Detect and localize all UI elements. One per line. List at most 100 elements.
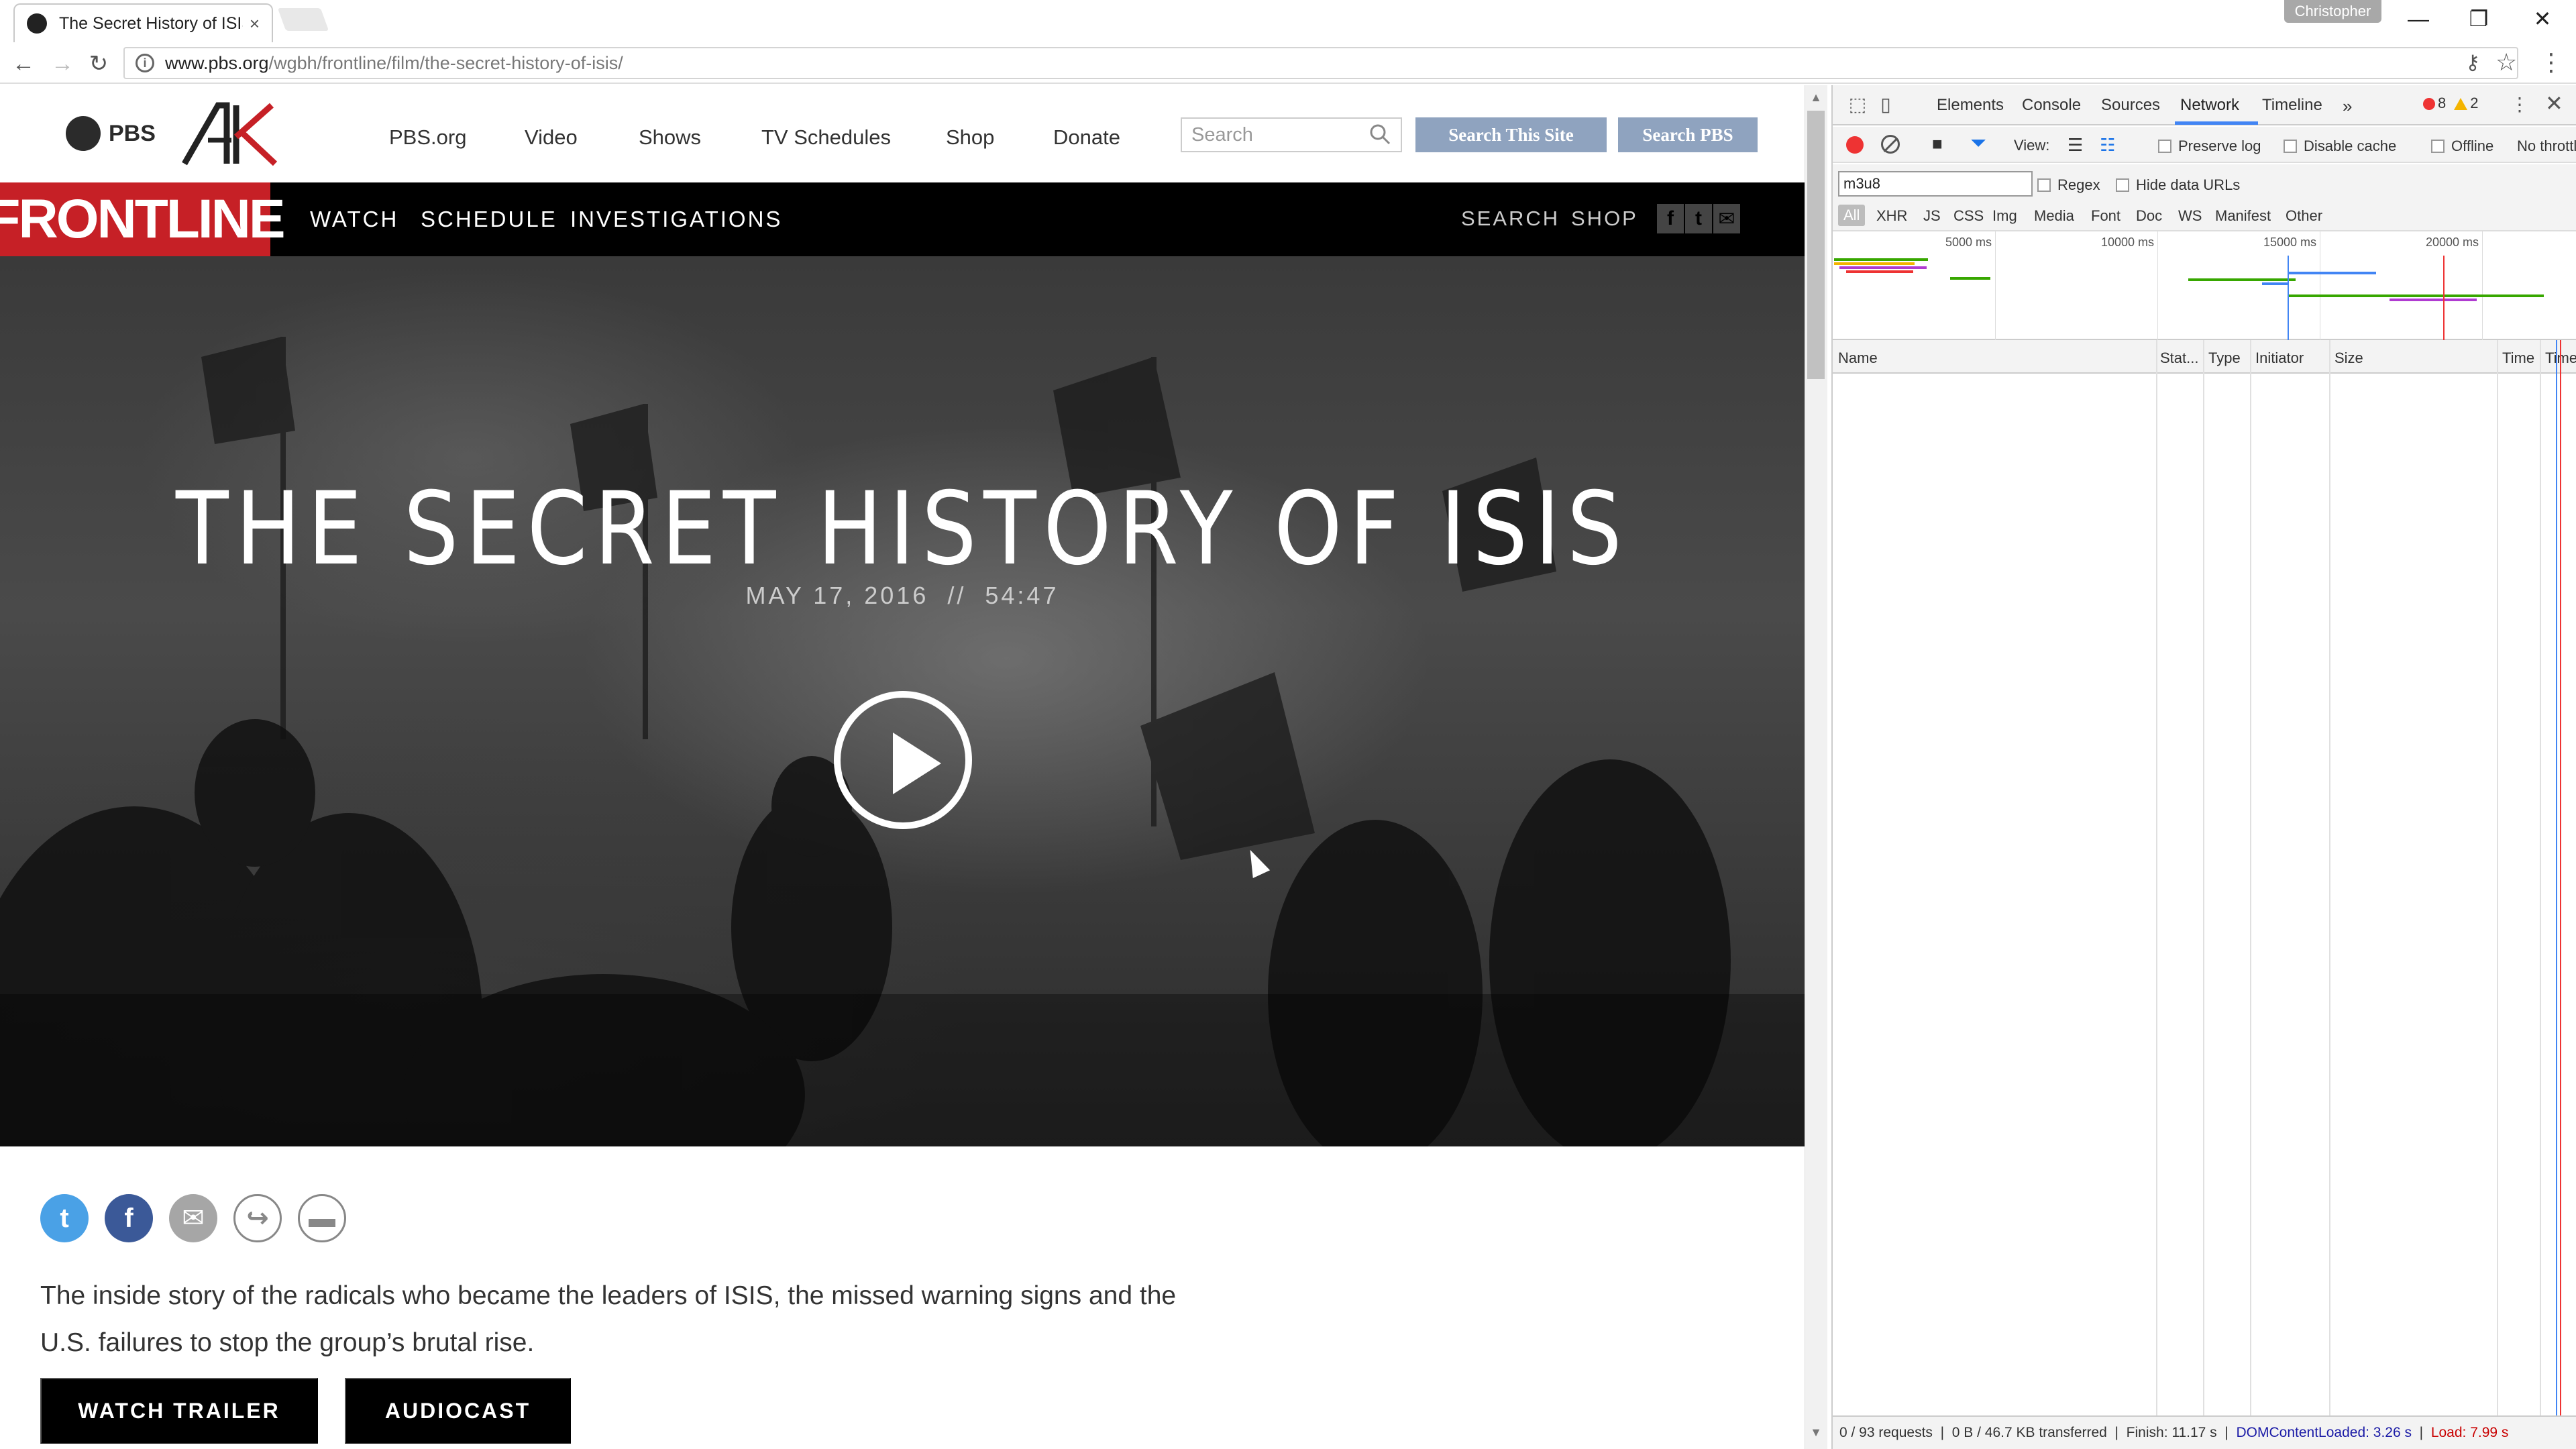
col-time[interactable]: Time	[2502, 350, 2534, 367]
nav-video[interactable]: Video	[525, 125, 578, 150]
preserve-log-checkbox[interactable]: Preserve log	[2158, 138, 2261, 155]
nav-pbs-org[interactable]: PBS.org	[389, 125, 466, 150]
devtools-tab-network[interactable]: Network	[2180, 96, 2239, 115]
type-filter-other[interactable]: Other	[2286, 207, 2322, 225]
checkbox-box[interactable]	[2158, 140, 2171, 153]
twitter-icon[interactable]: t	[1685, 204, 1712, 233]
device-toolbar-icon[interactable]: ▯	[1874, 93, 1897, 116]
address-bar[interactable]: i www.pbs.org/wgbh/frontline/film/the-se…	[123, 47, 2518, 79]
type-filter-js[interactable]: JS	[1923, 207, 1941, 225]
scroll-up-icon[interactable]: ▲	[1807, 91, 1825, 108]
devtools-tab-elements[interactable]: Elements	[1937, 96, 2004, 115]
nav-shop[interactable]: Shop	[946, 125, 994, 150]
waterfall-view-icon[interactable]: ☷	[2100, 135, 2115, 156]
regex-checkbox[interactable]: Regex	[2037, 176, 2100, 194]
network-filter-input[interactable]	[1838, 171, 2033, 197]
column-separator[interactable]	[2250, 340, 2251, 1449]
nav-tv-schedules[interactable]: TV Schedules	[761, 125, 891, 150]
list-view-icon[interactable]: ☰	[2068, 135, 2083, 156]
column-separator[interactable]	[2156, 340, 2157, 1449]
reload-icon[interactable]: ↻	[82, 47, 115, 80]
devtools-close-icon[interactable]: ✕	[2545, 91, 2563, 116]
window-minimize-button[interactable]: —	[2388, 0, 2449, 38]
network-overview[interactable]: 5000 ms 10000 ms 15000 ms 20000 ms	[1833, 231, 2576, 340]
type-filter-img[interactable]: Img	[1992, 207, 2017, 225]
browser-menu-icon[interactable]: ⋮	[2539, 48, 2563, 76]
inspect-element-icon[interactable]: ⬚	[1846, 93, 1869, 116]
type-filter-xhr[interactable]: XHR	[1876, 207, 1907, 225]
type-filter-manifest[interactable]: Manifest	[2215, 207, 2271, 225]
clear-icon[interactable]	[1881, 135, 1900, 154]
disable-cache-checkbox[interactable]: Disable cache	[2284, 138, 2396, 155]
throttling-select[interactable]: No throttling	[2517, 138, 2576, 155]
key-icon[interactable]: ⚷	[2465, 51, 2480, 74]
new-tab-button[interactable]	[277, 8, 329, 31]
facebook-icon[interactable]: f	[1657, 204, 1684, 233]
email-icon[interactable]: ✉	[1713, 204, 1740, 233]
share-facebook-icon[interactable]: f	[105, 1194, 153, 1242]
search-icon[interactable]	[1368, 123, 1391, 146]
comment-icon[interactable]: ▬	[298, 1194, 346, 1242]
frontline-logo[interactable]: FRONTLINE	[0, 182, 286, 256]
forward-arrow-icon[interactable]: →	[46, 47, 79, 80]
devtools-tab-timeline[interactable]: Timeline	[2262, 96, 2322, 115]
scrollbar-thumb[interactable]	[1807, 111, 1825, 379]
search-pbs-button[interactable]: Search PBS	[1618, 117, 1758, 152]
column-separator[interactable]	[2203, 340, 2204, 1449]
frontline-nav-watch[interactable]: WATCH	[310, 207, 398, 232]
col-initiator[interactable]: Initiator	[2255, 350, 2304, 367]
share-forward-icon[interactable]: ↪	[233, 1194, 282, 1242]
type-filter-doc[interactable]: Doc	[2136, 207, 2162, 225]
frontline-nav-search[interactable]: SEARCH	[1461, 207, 1560, 231]
checkbox-box[interactable]	[2116, 178, 2129, 192]
devtools-menu-icon[interactable]: ⋮	[2510, 93, 2529, 115]
frontline-nav-investigations[interactable]: INVESTIGATIONS	[570, 207, 782, 232]
back-arrow-icon[interactable]: ←	[7, 47, 40, 80]
window-close-button[interactable]: ✕	[2512, 0, 2573, 38]
window-maximize-button[interactable]: ❐	[2449, 0, 2509, 38]
url-text[interactable]: www.pbs.org/wgbh/frontline/film/the-secr…	[165, 53, 623, 74]
column-separator[interactable]	[2329, 340, 2330, 1449]
pbs-logo[interactable]: PBS	[66, 116, 156, 151]
column-separator[interactable]	[2497, 340, 2498, 1449]
frontline-nav-shop[interactable]: SHOP	[1571, 207, 1638, 231]
type-filter-media[interactable]: Media	[2034, 207, 2074, 225]
nav-shows[interactable]: Shows	[639, 125, 701, 150]
type-filter-font[interactable]: Font	[2091, 207, 2121, 225]
audiocast-button[interactable]: AUDIOCAST	[345, 1378, 571, 1444]
col-type[interactable]: Type	[2208, 350, 2241, 367]
checkbox-box[interactable]	[2284, 140, 2297, 153]
record-icon[interactable]	[1846, 136, 1864, 154]
type-filter-ws[interactable]: WS	[2178, 207, 2202, 225]
play-button[interactable]	[834, 691, 972, 829]
devtools-tab-sources[interactable]: Sources	[2101, 96, 2160, 115]
watch-trailer-button[interactable]: WATCH TRAILER	[40, 1378, 318, 1444]
offline-checkbox[interactable]: Offline	[2431, 138, 2493, 155]
col-name[interactable]: Name	[1838, 350, 1878, 367]
capture-screenshots-icon[interactable]: ■	[1932, 133, 1943, 154]
error-warning-counter[interactable]: 82	[2423, 95, 2479, 112]
scroll-down-icon[interactable]: ▼	[1807, 1426, 1825, 1443]
devtools-tab-console[interactable]: Console	[2022, 96, 2081, 115]
site-info-icon[interactable]: i	[136, 54, 154, 72]
type-filter-css[interactable]: CSS	[1953, 207, 1984, 225]
share-twitter-icon[interactable]: t	[40, 1194, 89, 1242]
more-tabs-icon[interactable]: »	[2343, 96, 2352, 117]
nav-donate[interactable]: Donate	[1053, 125, 1120, 150]
column-separator[interactable]	[2540, 340, 2541, 1449]
checkbox-box[interactable]	[2431, 140, 2445, 153]
type-filter-all[interactable]: All	[1838, 205, 1866, 226]
col-status[interactable]: Stat...	[2160, 350, 2198, 367]
hero-video-banner[interactable]: THE SECRET HISTORY OF ISIS MAY 17, 2016 …	[0, 256, 1805, 1146]
search-this-site-button[interactable]: Search This Site	[1415, 117, 1607, 152]
browser-tab-active[interactable]: The Secret History of ISIS ×	[13, 3, 273, 42]
tab-close-icon[interactable]: ×	[250, 13, 260, 34]
filter-icon[interactable]: ⏷	[1970, 132, 1986, 155]
station-logo-icon[interactable]	[181, 100, 282, 167]
col-size[interactable]: Size	[2334, 350, 2363, 367]
frontline-nav-schedule[interactable]: SCHEDULE	[421, 207, 557, 232]
bookmark-star-icon[interactable]: ☆	[2496, 48, 2517, 76]
checkbox-box[interactable]	[2037, 178, 2051, 192]
share-email-icon[interactable]: ✉	[169, 1194, 217, 1242]
hide-data-urls-checkbox[interactable]: Hide data URLs	[2116, 176, 2240, 194]
